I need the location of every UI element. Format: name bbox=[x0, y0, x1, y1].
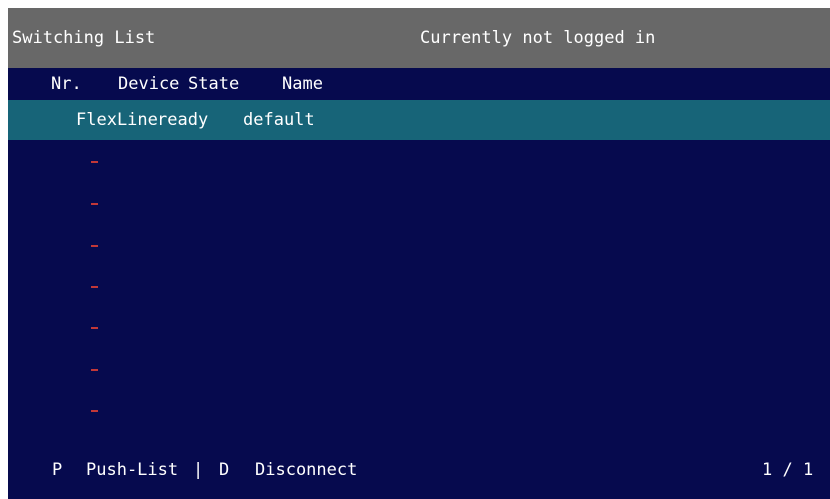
empty-slot-marker bbox=[91, 327, 98, 329]
row-state: ready bbox=[157, 110, 209, 130]
disconnect-action[interactable]: Disconnect bbox=[255, 460, 357, 480]
push-list-key[interactable]: P bbox=[52, 460, 62, 480]
list-row-empty[interactable] bbox=[8, 389, 830, 429]
empty-slot-marker bbox=[91, 161, 98, 163]
title-bar: Switching List Currently not logged in bbox=[8, 8, 830, 68]
row-name: default bbox=[243, 110, 315, 130]
list-row-empty[interactable] bbox=[8, 265, 830, 305]
screen-title: Switching List bbox=[12, 28, 156, 48]
column-header-device: Device bbox=[118, 74, 180, 94]
column-header-name: Name bbox=[282, 74, 323, 94]
login-status: Currently not logged in bbox=[420, 28, 656, 48]
column-header-nr: Nr. bbox=[51, 74, 82, 94]
column-header-state: State bbox=[188, 74, 240, 94]
disconnect-key[interactable]: D bbox=[219, 460, 229, 480]
empty-slot-marker bbox=[91, 369, 98, 371]
empty-slot-marker bbox=[91, 286, 98, 288]
list-row-empty[interactable] bbox=[8, 348, 830, 388]
empty-slot-marker bbox=[91, 203, 98, 205]
list-row-empty[interactable] bbox=[8, 140, 830, 180]
list-row-empty[interactable] bbox=[8, 224, 830, 264]
switching-list-screen: Switching List Currently not logged in N… bbox=[8, 8, 830, 499]
footer-bar: P Push-List | D Disconnect 1 / 1 bbox=[8, 454, 830, 490]
column-header-row: Nr. Device State Name bbox=[8, 68, 830, 100]
push-list-action[interactable]: Push-List bbox=[86, 460, 178, 480]
empty-slot-marker bbox=[91, 410, 98, 412]
empty-slot-marker bbox=[91, 245, 98, 247]
footer-separator: | bbox=[193, 460, 204, 480]
row-device: FlexLine bbox=[76, 110, 158, 130]
list-row-selected[interactable]: FlexLine ready default bbox=[8, 100, 830, 140]
list-row-empty[interactable] bbox=[8, 306, 830, 346]
page-indicator: 1 / 1 bbox=[762, 460, 814, 480]
list-row-empty[interactable] bbox=[8, 182, 830, 222]
